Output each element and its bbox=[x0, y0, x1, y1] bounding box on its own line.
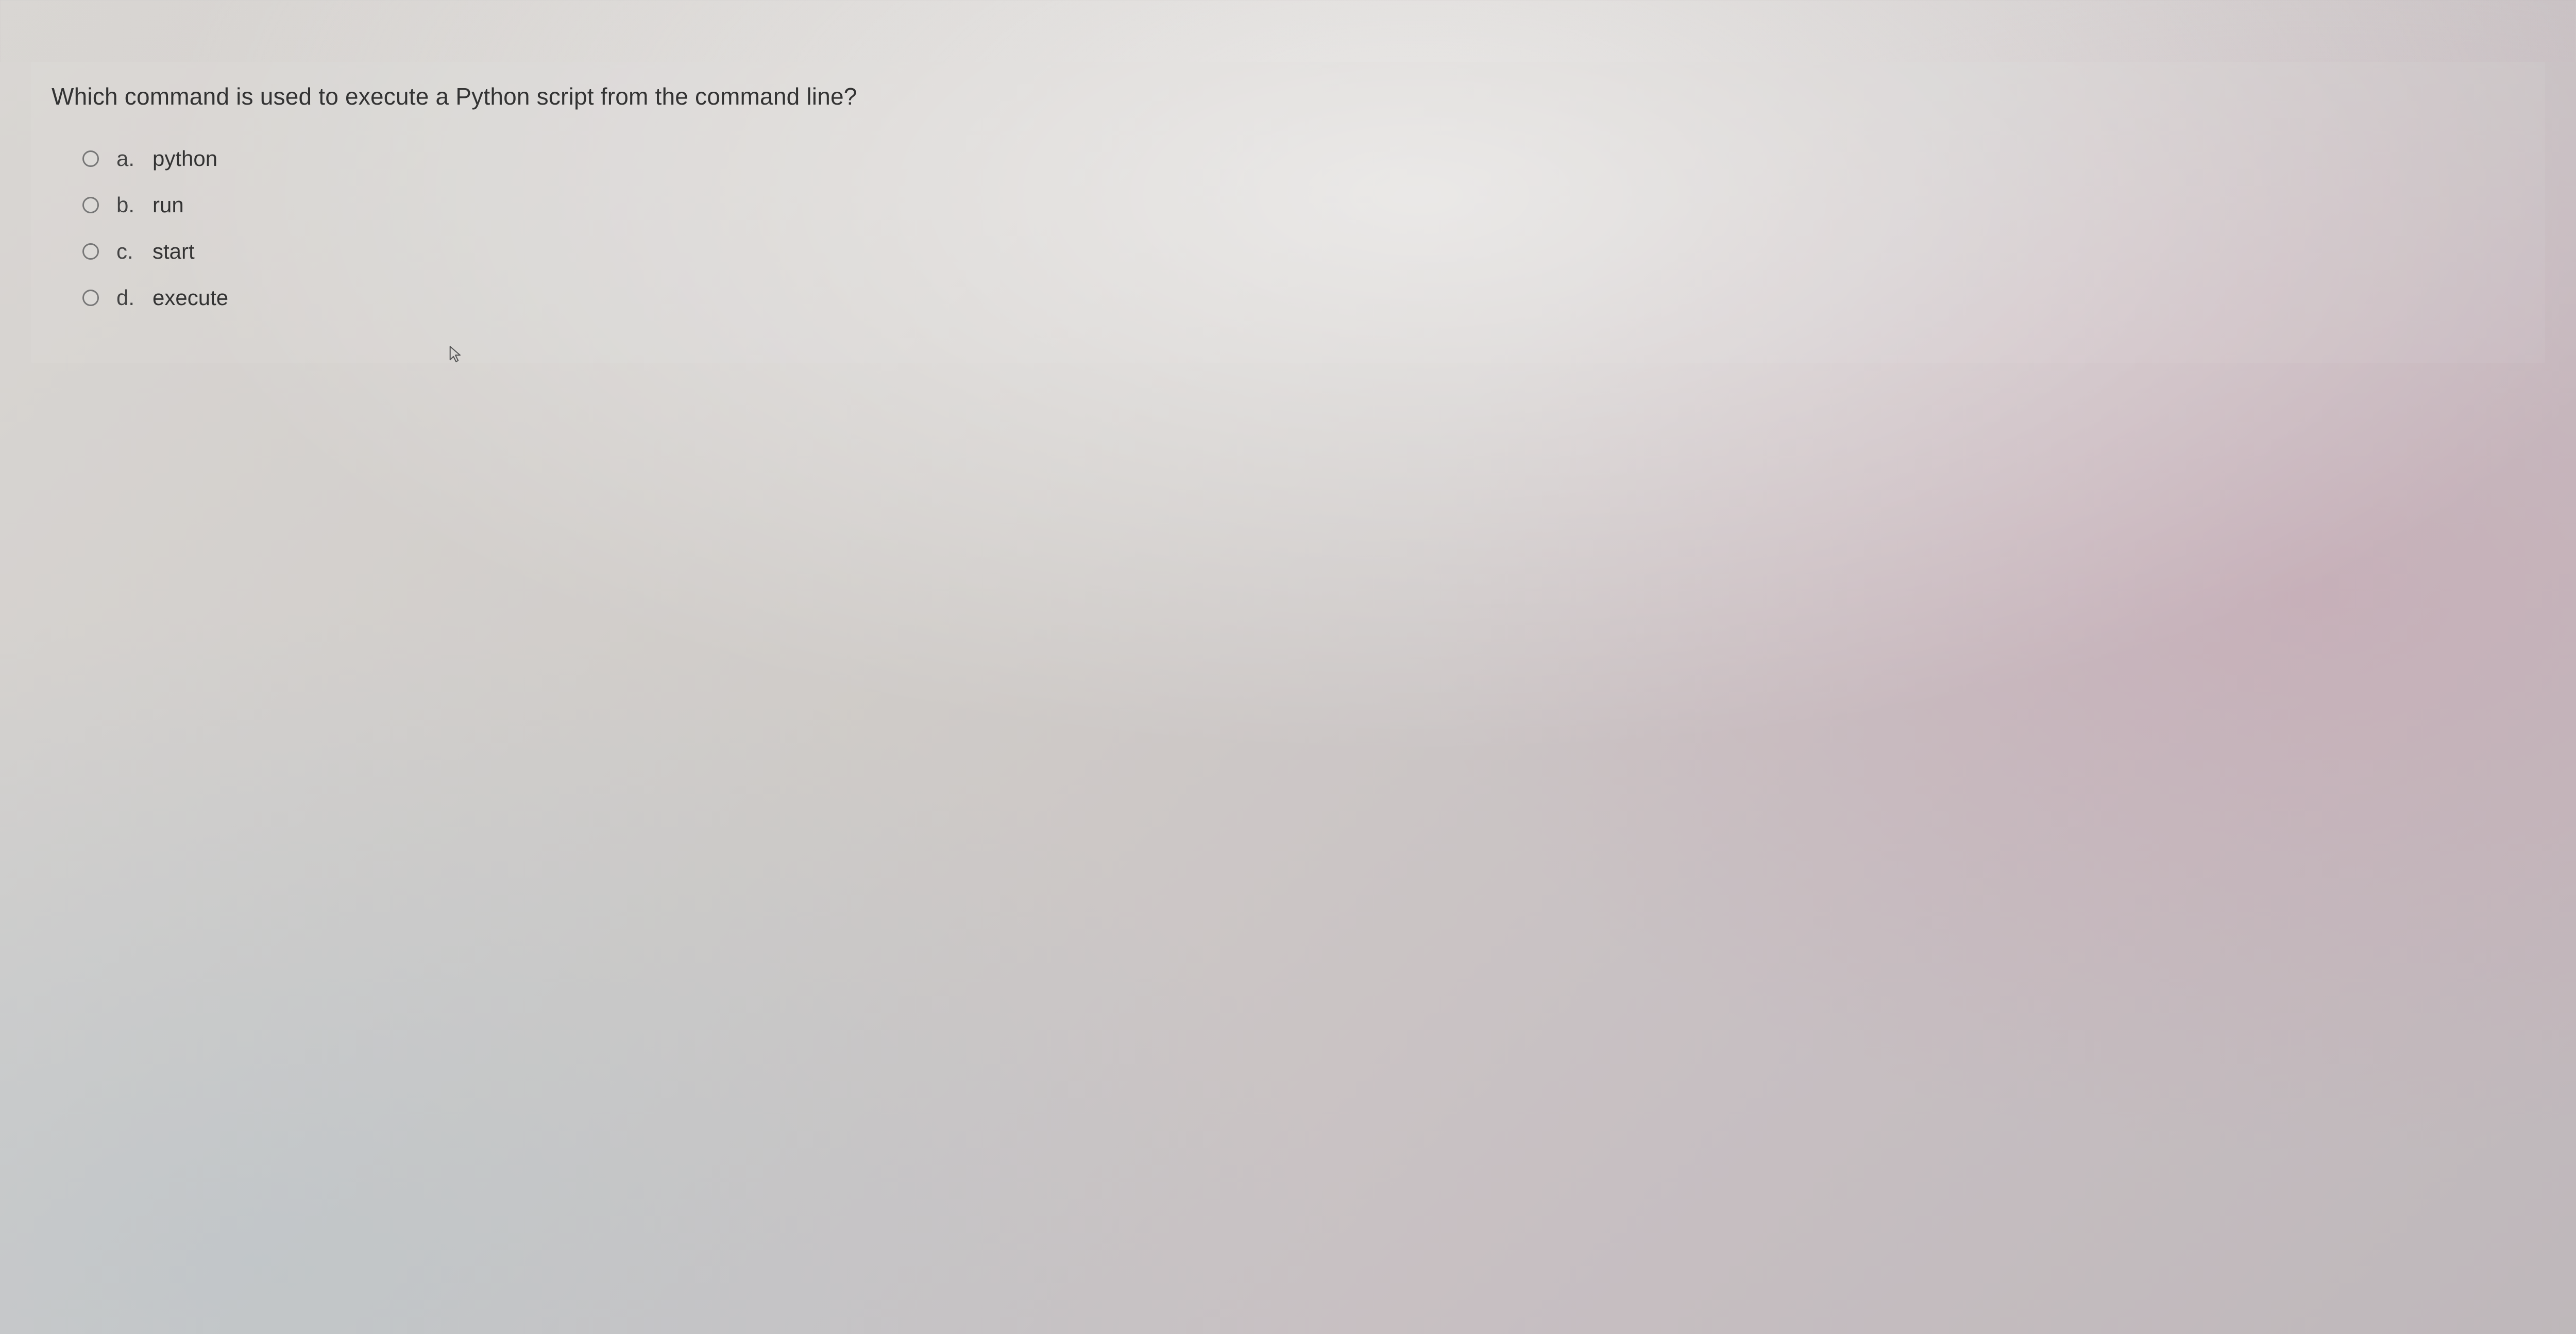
option-letter: d. bbox=[116, 285, 152, 310]
option-letter: b. bbox=[116, 193, 152, 217]
option-d[interactable]: d. execute bbox=[82, 285, 2524, 310]
options-list: a. python b. run c. start d. execute bbox=[82, 146, 2524, 310]
question-card: Which command is used to execute a Pytho… bbox=[31, 62, 2545, 363]
radio-icon[interactable] bbox=[82, 197, 99, 213]
question-text: Which command is used to execute a Pytho… bbox=[52, 82, 2524, 110]
option-letter: c. bbox=[116, 239, 152, 264]
option-text: execute bbox=[152, 285, 228, 310]
option-c[interactable]: c. start bbox=[82, 239, 2524, 264]
option-letter: a. bbox=[116, 146, 152, 171]
option-a[interactable]: a. python bbox=[82, 146, 2524, 171]
option-b[interactable]: b. run bbox=[82, 193, 2524, 217]
radio-icon[interactable] bbox=[82, 243, 99, 260]
radio-icon[interactable] bbox=[82, 290, 99, 306]
option-text: run bbox=[152, 193, 184, 217]
option-text: start bbox=[152, 239, 195, 264]
option-text: python bbox=[152, 146, 217, 171]
radio-icon[interactable] bbox=[82, 150, 99, 167]
